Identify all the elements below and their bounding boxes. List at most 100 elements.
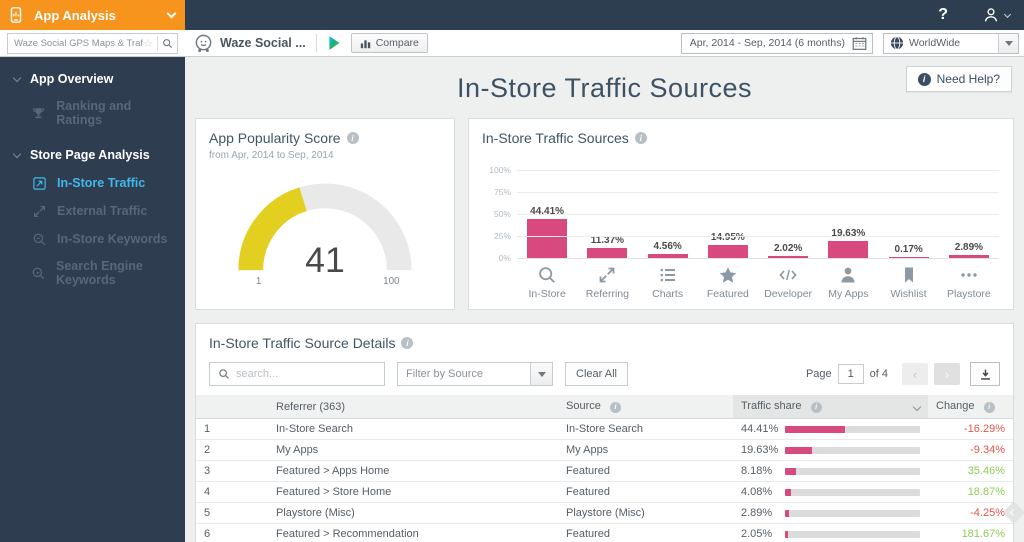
info-icon: i bbox=[983, 402, 995, 413]
clear-all-button[interactable]: Clear All bbox=[565, 362, 628, 386]
svg-text:41: 41 bbox=[305, 240, 345, 280]
category-label: Charts bbox=[652, 288, 684, 300]
table-search-input[interactable] bbox=[236, 368, 376, 380]
col-source[interactable]: Source i bbox=[558, 395, 733, 419]
info-icon[interactable]: i bbox=[634, 132, 647, 144]
category-developer[interactable]: Developer bbox=[758, 258, 818, 300]
page-number-input[interactable] bbox=[837, 364, 864, 384]
info-icon: i bbox=[609, 402, 621, 413]
change-cell: -4.25% bbox=[928, 502, 1013, 524]
sidebar-nav: App Overview Ranking and Ratings Store P… bbox=[0, 57, 185, 542]
chart-card-title: In-Store Traffic Sources bbox=[482, 130, 629, 146]
dropdown-caret bbox=[530, 363, 552, 385]
search-engine-magnifier-icon bbox=[31, 265, 46, 281]
context-toolbar: ☆ Waze Social ... Compare Apr, 2014 - Se… bbox=[0, 30, 1024, 57]
next-page-button[interactable]: › bbox=[934, 363, 960, 385]
category-playstore[interactable]: Playstore bbox=[939, 258, 999, 300]
table-row: 3 Featured > Apps Home Featured 8.18% 35.46% bbox=[196, 460, 1013, 482]
row-number: 5 bbox=[196, 502, 268, 524]
share-bar-track bbox=[785, 488, 920, 496]
chevron-down-icon bbox=[12, 149, 22, 159]
col-referrer[interactable]: Referrer (363) bbox=[268, 395, 558, 419]
source-cell: Playstore (Misc) bbox=[558, 502, 733, 524]
category-label: Wishlist bbox=[890, 288, 927, 300]
share-bar-fill bbox=[785, 530, 788, 538]
date-range-picker[interactable]: Apr, 2014 - Sep, 2014 (6 months) bbox=[680, 32, 873, 54]
col-traffic-share[interactable]: Traffic share i bbox=[733, 395, 928, 419]
sidebar-item-external-traffic[interactable]: External Traffic bbox=[0, 197, 185, 225]
y-axis-tick: 100% bbox=[489, 165, 511, 175]
traffic-share-cell: 8.18% bbox=[733, 460, 928, 482]
download-export-button[interactable] bbox=[970, 362, 1000, 386]
app-search-box[interactable]: ☆ bbox=[7, 32, 178, 54]
traffic-share-cell: 4.08% bbox=[733, 481, 928, 503]
source-cell: Featured bbox=[558, 523, 733, 542]
star-icon bbox=[718, 265, 738, 285]
table-search-box[interactable] bbox=[209, 362, 385, 386]
calendar-icon bbox=[852, 36, 867, 50]
info-icon[interactable]: i bbox=[346, 132, 359, 144]
category-featured[interactable]: Featured bbox=[698, 258, 758, 300]
category-my-apps[interactable]: My Apps bbox=[818, 258, 878, 300]
change-cell: -16.29% bbox=[928, 418, 1013, 440]
trophy-icon bbox=[31, 105, 46, 121]
sidebar-item-in-store-traffic[interactable]: In-Store Traffic bbox=[0, 169, 185, 197]
referrer-cell: Featured > Recommendation bbox=[268, 523, 558, 542]
app-analysis-menu[interactable]: App Analysis bbox=[0, 0, 185, 30]
info-icon[interactable]: i bbox=[401, 337, 414, 349]
share-value: 4.08% bbox=[741, 486, 773, 498]
keywords-magnifier-icon bbox=[31, 231, 47, 247]
search-icon[interactable] bbox=[162, 38, 173, 49]
help-icon[interactable]: ? bbox=[938, 6, 948, 24]
y-axis-tick: 75% bbox=[493, 187, 511, 197]
popularity-gauge: 41 1 100 bbox=[238, 183, 412, 287]
user-account-menu[interactable] bbox=[982, 6, 1012, 24]
svg-text:1: 1 bbox=[256, 276, 262, 287]
share-bar-fill bbox=[785, 509, 789, 517]
category-wishlist[interactable]: Wishlist bbox=[879, 258, 939, 300]
filter-by-source-select[interactable]: Filter by Source bbox=[397, 362, 553, 386]
row-number: 6 bbox=[196, 523, 268, 542]
category-referring[interactable]: Referring bbox=[577, 258, 637, 300]
favorite-star-icon[interactable]: ☆ bbox=[143, 37, 153, 50]
info-icon: i bbox=[810, 402, 822, 413]
gridline bbox=[517, 236, 999, 237]
compare-button[interactable]: Compare bbox=[350, 33, 428, 53]
need-help-button[interactable]: i Need Help? bbox=[905, 66, 1012, 92]
change-cell: 35.46% bbox=[928, 460, 1013, 482]
source-cell: Featured bbox=[558, 460, 733, 482]
page-title: In-Store Traffic Sources bbox=[456, 73, 753, 103]
main-content: In-Store Traffic Sources i Need Help? Ap… bbox=[185, 57, 1024, 542]
dropdown-caret[interactable] bbox=[998, 33, 1018, 53]
sidebar-section-app-overview[interactable]: App Overview bbox=[0, 57, 185, 93]
region-label: WorldWide bbox=[909, 37, 961, 49]
list-icon bbox=[658, 265, 678, 285]
person-icon bbox=[838, 265, 858, 285]
google-play-icon[interactable] bbox=[327, 35, 342, 51]
y-axis-tick: 25% bbox=[493, 231, 511, 241]
region-selector[interactable]: WorldWide bbox=[883, 32, 1019, 54]
gridline bbox=[517, 170, 999, 171]
source-cell: In-Store Search bbox=[558, 418, 733, 440]
sidebar-section-store-page-analysis[interactable]: Store Page Analysis bbox=[0, 133, 185, 169]
category-in-store[interactable]: In-Store bbox=[517, 258, 577, 300]
sidebar-item-search-engine-keywords[interactable]: Search Engine Keywords bbox=[0, 253, 185, 293]
category-label: Featured bbox=[706, 288, 749, 300]
date-range-label: Apr, 2014 - Sep, 2014 (6 months) bbox=[689, 37, 845, 49]
referrer-cell: Playstore (Misc) bbox=[268, 502, 558, 524]
gridline bbox=[517, 192, 999, 193]
app-search-input[interactable] bbox=[14, 37, 144, 49]
share-value: 44.41% bbox=[741, 423, 779, 435]
category-charts[interactable]: Charts bbox=[638, 258, 698, 300]
bar-chart-icon bbox=[360, 39, 370, 48]
prev-page-button[interactable]: ‹ bbox=[902, 363, 928, 385]
bar-value-label: 0.17% bbox=[894, 244, 923, 255]
share-value: 8.18% bbox=[741, 465, 773, 477]
code-icon bbox=[777, 265, 799, 285]
gridline bbox=[517, 214, 999, 215]
table-row: 1 In-Store Search In-Store Search 44.41% -16… bbox=[196, 418, 1013, 440]
app-name-label: Waze Social ... bbox=[220, 36, 306, 50]
sidebar-item-in-store-keywords[interactable]: In-Store Keywords bbox=[0, 225, 185, 253]
sidebar-item-ranking-and-ratings[interactable]: Ranking and Ratings bbox=[0, 93, 185, 133]
col-change[interactable]: Change i bbox=[928, 395, 1013, 419]
